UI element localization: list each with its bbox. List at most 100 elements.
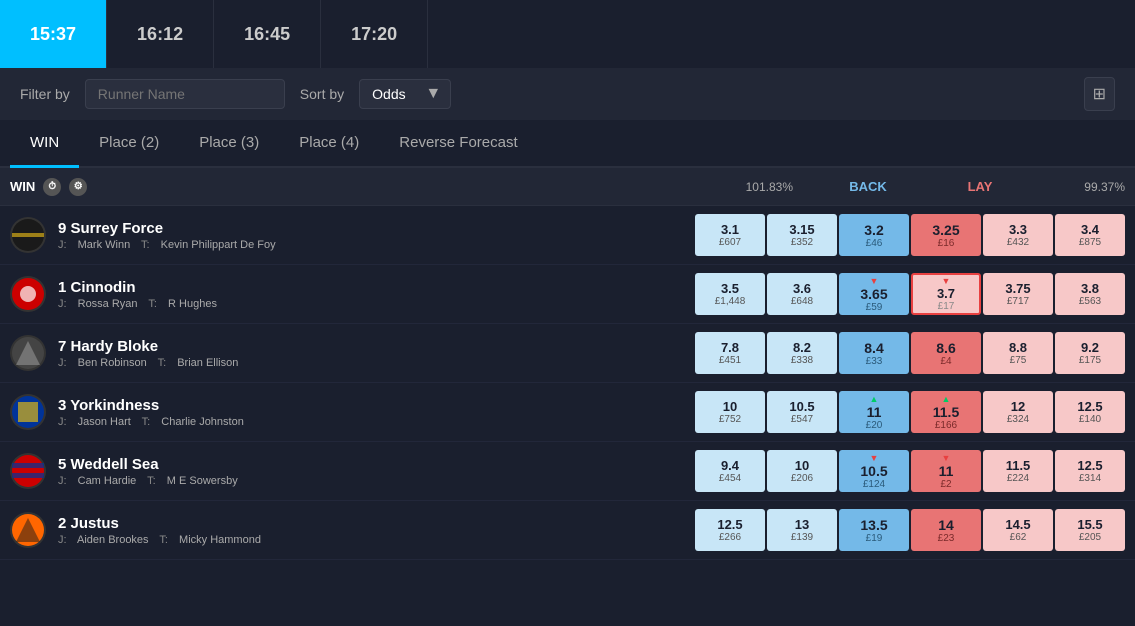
- lay2-price: 12.5: [1077, 399, 1102, 414]
- time-tab-2[interactable]: 16:45: [214, 0, 321, 68]
- lay-main-price: 8.6: [936, 340, 955, 356]
- back-main-cell[interactable]: 8.4 £33: [839, 332, 909, 374]
- arrow-down-icon: ▼: [942, 453, 951, 463]
- lay2-cell[interactable]: 12.5 £314: [1055, 450, 1125, 492]
- lay1-price: 12: [1011, 399, 1025, 414]
- runner-icon: [10, 276, 46, 312]
- tab-win[interactable]: WIN: [10, 120, 79, 168]
- back1-vol: £338: [791, 355, 813, 366]
- back1-cell[interactable]: 10.5 £547: [767, 391, 837, 433]
- runner-name: 5 Weddell Sea: [58, 456, 695, 473]
- back2-price: 9.4: [721, 458, 739, 473]
- clock-icon[interactable]: ⏱: [43, 178, 61, 196]
- lay1-cell[interactable]: 12 £324: [983, 391, 1053, 433]
- back1-cell[interactable]: 3.15 £352: [767, 214, 837, 256]
- back1-cell[interactable]: 3.6 £648: [767, 273, 837, 315]
- time-tab-3[interactable]: 17:20: [321, 0, 428, 68]
- tab-place2[interactable]: Place (2): [79, 120, 179, 168]
- runner-row: 9 Surrey Force J: Mark Winn T: Kevin Phi…: [0, 206, 1135, 265]
- lay-main-cell[interactable]: ▼ 3.7 £17: [911, 273, 981, 315]
- back1-cell[interactable]: 8.2 £338: [767, 332, 837, 374]
- back2-price: 3.5: [721, 281, 739, 296]
- sort-select[interactable]: Odds Name Number: [359, 79, 451, 109]
- lay-main-cell[interactable]: ▼ 11 £2: [911, 450, 981, 492]
- back-main-vol: £124: [863, 479, 885, 490]
- back-main-price: 13.5: [860, 517, 887, 533]
- jockey-label: J: Rossa Ryan: [58, 298, 138, 310]
- back2-vol: £1,448: [715, 296, 746, 307]
- back-main-price: 10.5: [860, 463, 887, 479]
- runner-info: 7 Hardy Bloke J: Ben Robinson T: Brian E…: [58, 338, 695, 369]
- back1-cell[interactable]: 10 £206: [767, 450, 837, 492]
- lay1-cell[interactable]: 14.5 £62: [983, 509, 1053, 551]
- back-main-cell[interactable]: 13.5 £19: [839, 509, 909, 551]
- lay-main-cell[interactable]: 14 £23: [911, 509, 981, 551]
- lay-main-price: 3.7: [937, 286, 955, 301]
- lay2-price: 9.2: [1081, 340, 1099, 355]
- runner-info: 5 Weddell Sea J: Cam Hardie T: M E Sower…: [58, 456, 695, 487]
- settings-icon[interactable]: ⚙: [69, 178, 87, 196]
- odds-group: 7.8 £451 8.2 £338 8.4 £33 8.6 £4 8.8 £75: [695, 332, 1125, 374]
- back1-vol: £352: [791, 237, 813, 248]
- runner-icon: [10, 335, 46, 371]
- lay1-vol: £717: [1007, 296, 1029, 307]
- back-main-price: 3.65: [860, 286, 887, 302]
- back2-cell[interactable]: 9.4 £454: [695, 450, 765, 492]
- lay-main-cell[interactable]: 8.6 £4: [911, 332, 981, 374]
- trainer-label: T: Kevin Philippart De Foy: [141, 239, 276, 251]
- tab-reverse-forecast[interactable]: Reverse Forecast: [379, 120, 537, 168]
- lay2-vol: £563: [1079, 296, 1101, 307]
- tab-place4[interactable]: Place (4): [279, 120, 379, 168]
- back1-cell[interactable]: 13 £139: [767, 509, 837, 551]
- tab-place3[interactable]: Place (3): [179, 120, 279, 168]
- lay1-vol: £62: [1010, 532, 1027, 543]
- lay2-cell[interactable]: 3.8 £563: [1055, 273, 1125, 315]
- back2-cell[interactable]: 12.5 £266: [695, 509, 765, 551]
- back1-price: 3.6: [793, 281, 811, 296]
- table-header: WIN ⏱ ⚙ 101.83% BACK LAY 99.37%: [0, 168, 1135, 206]
- lay1-cell[interactable]: 8.8 £75: [983, 332, 1053, 374]
- percent2: 99.37%: [1035, 180, 1125, 194]
- back-main-cell[interactable]: ▼ 3.65 £59: [839, 273, 909, 315]
- lay2-cell[interactable]: 3.4 £875: [1055, 214, 1125, 256]
- lay2-vol: £875: [1079, 237, 1101, 248]
- back1-vol: £547: [791, 414, 813, 425]
- lay2-cell[interactable]: 12.5 £140: [1055, 391, 1125, 433]
- runner-icon: [10, 512, 46, 548]
- trainer-label: T: Brian Ellison: [158, 357, 239, 369]
- lay2-cell[interactable]: 9.2 £175: [1055, 332, 1125, 374]
- back2-cell[interactable]: 7.8 £451: [695, 332, 765, 374]
- lay2-price: 3.8: [1081, 281, 1099, 296]
- lay-main-cell[interactable]: 3.25 £16: [911, 214, 981, 256]
- trainer-label: T: M E Sowersby: [147, 475, 238, 487]
- back-main-cell[interactable]: 3.2 £46: [839, 214, 909, 256]
- market-tabs: WIN Place (2) Place (3) Place (4) Revers…: [0, 120, 1135, 168]
- runner-row: 1 Cinnodin J: Rossa Ryan T: R Hughes 3.5…: [0, 265, 1135, 324]
- trainer-label: T: Charlie Johnston: [142, 416, 244, 428]
- back-main-cell[interactable]: ▼ 10.5 £124: [839, 450, 909, 492]
- back2-cell[interactable]: 3.1 £607: [695, 214, 765, 256]
- lay-main-cell[interactable]: ▲ 11.5 £166: [911, 391, 981, 433]
- lay1-cell[interactable]: 11.5 £224: [983, 450, 1053, 492]
- runner-name-input[interactable]: [85, 79, 285, 109]
- back2-price: 7.8: [721, 340, 739, 355]
- sort-label: Sort by: [300, 86, 344, 102]
- back2-cell[interactable]: 3.5 £1,448: [695, 273, 765, 315]
- grid-icon[interactable]: ⊞: [1084, 77, 1115, 111]
- back1-vol: £206: [791, 473, 813, 484]
- time-tab-1[interactable]: 16:12: [107, 0, 214, 68]
- lay-main-vol: £17: [938, 301, 955, 312]
- time-tab-0[interactable]: 15:37: [0, 0, 107, 68]
- lay-main-price: 14: [938, 517, 954, 533]
- runner-details: J: Cam Hardie T: M E Sowersby: [58, 475, 695, 487]
- lay1-cell[interactable]: 3.75 £717: [983, 273, 1053, 315]
- lay1-cell[interactable]: 3.3 £432: [983, 214, 1053, 256]
- arrow-down-icon: ▼: [870, 276, 879, 286]
- lay-main-price: 11: [939, 463, 954, 479]
- lay2-cell[interactable]: 15.5 £205: [1055, 509, 1125, 551]
- back2-cell[interactable]: 10 £752: [695, 391, 765, 433]
- back-main-cell[interactable]: ▲ 11 £20: [839, 391, 909, 433]
- arrow-down-icon: ▼: [870, 453, 879, 463]
- lay1-vol: £324: [1007, 414, 1029, 425]
- odds-group: 3.1 £607 3.15 £352 3.2 £46 3.25 £16 3.3 …: [695, 214, 1125, 256]
